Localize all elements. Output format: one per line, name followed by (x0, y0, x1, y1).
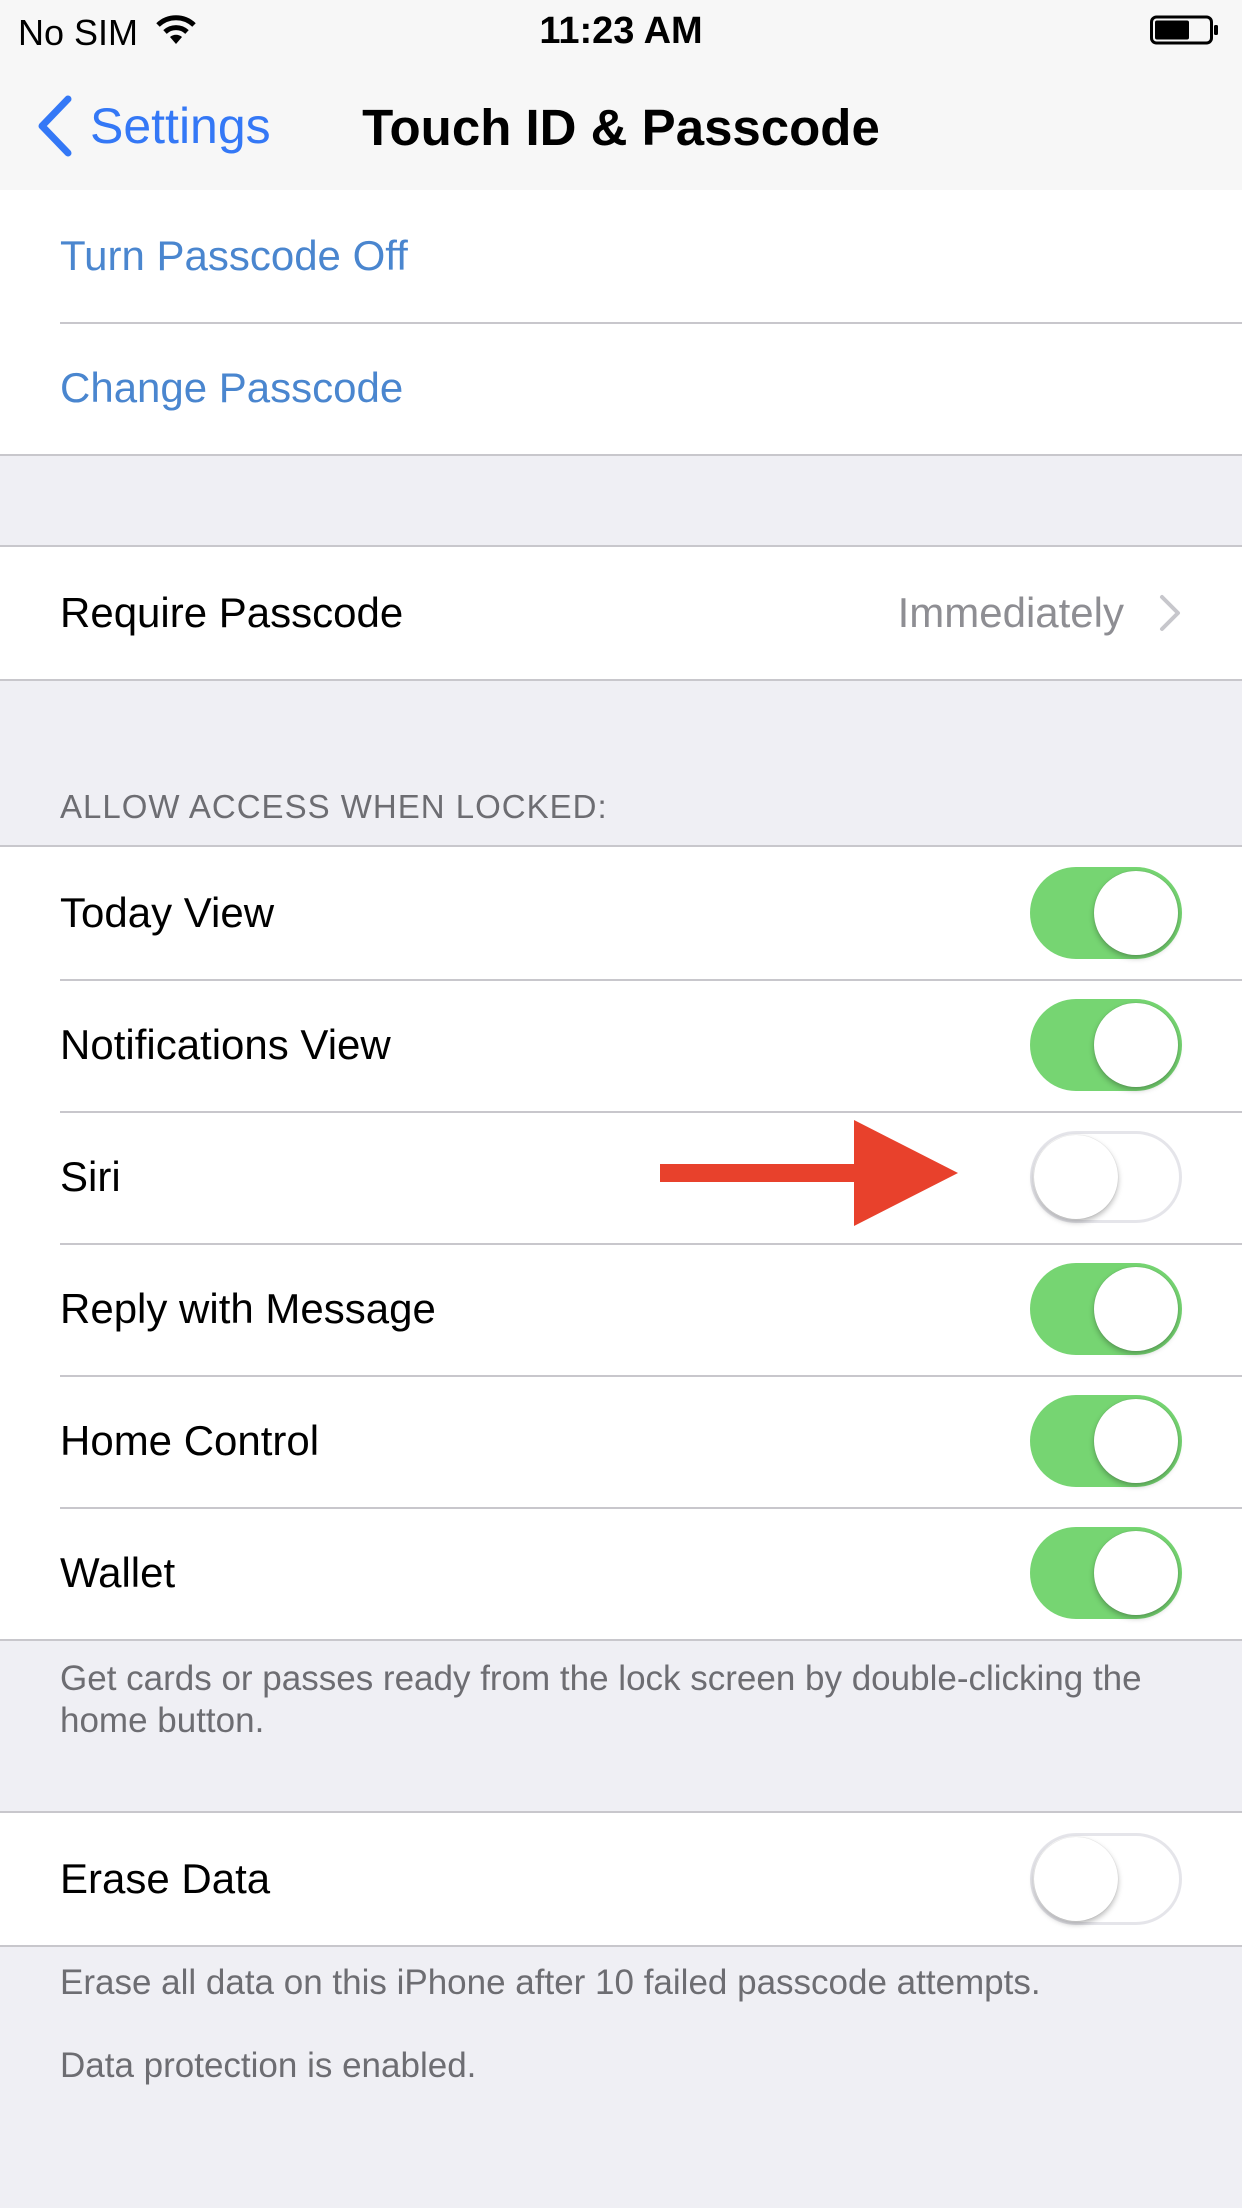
wallet-row: Wallet (0, 1507, 1242, 1639)
battery-icon (1150, 15, 1218, 45)
require-passcode-row[interactable]: Require Passcode Immediately (0, 547, 1242, 679)
chevron-right-icon (1160, 595, 1180, 631)
today-view-label: Today View (60, 889, 275, 936)
notifications-view-toggle[interactable] (1030, 999, 1182, 1091)
change-passcode-row[interactable]: Change Passcode (0, 322, 1242, 454)
wallet-label: Wallet (60, 1549, 176, 1596)
reply-with-message-toggle[interactable] (1030, 1263, 1182, 1355)
erase-data-label: Erase Data (60, 1855, 271, 1902)
reply-with-message-label: Reply with Message (60, 1285, 436, 1332)
turn-passcode-off-row[interactable]: Turn Passcode Off (0, 190, 1242, 322)
notifications-view-label: Notifications View (60, 1021, 391, 1068)
home-control-toggle[interactable] (1030, 1395, 1182, 1487)
siri-label: Siri (60, 1153, 121, 1200)
navigation-bar: Settings Touch ID & Passcode (0, 60, 1242, 192)
today-view-row: Today View (0, 847, 1242, 979)
allow-access-group: Today View Notifications View Siri Reply… (0, 845, 1242, 1641)
toggle-knob (1094, 1003, 1178, 1087)
require-passcode-group: Require Passcode Immediately (0, 545, 1242, 681)
turn-passcode-off-label: Turn Passcode Off (60, 232, 408, 279)
page-title: Touch ID & Passcode (362, 99, 880, 156)
wallet-toggle[interactable] (1030, 1527, 1182, 1619)
erase-data-toggle[interactable] (1030, 1833, 1182, 1925)
require-passcode-label: Require Passcode (60, 589, 404, 636)
siri-toggle[interactable] (1030, 1131, 1182, 1223)
toggle-knob (1034, 1837, 1118, 1921)
erase-data-group: Erase Data (0, 1811, 1242, 1947)
status-time: 11:23 AM (539, 10, 703, 52)
today-view-toggle[interactable] (1030, 867, 1182, 959)
annotation-arrow-icon (660, 1120, 958, 1226)
passcode-actions-group: Turn Passcode Off Change Passcode (0, 190, 1242, 456)
change-passcode-label: Change Passcode (60, 364, 404, 411)
toggle-knob (1094, 1267, 1178, 1351)
siri-row: Siri (0, 1111, 1242, 1243)
home-control-label: Home Control (60, 1417, 320, 1464)
toggle-knob (1094, 1399, 1178, 1483)
toggle-knob (1094, 1531, 1178, 1615)
allow-access-header: ALLOW ACCESS WHEN LOCKED: (60, 788, 608, 825)
erase-data-row: Erase Data (0, 1813, 1242, 1945)
notifications-view-row: Notifications View (0, 979, 1242, 1111)
erase-data-footer-text: Erase all data on this iPhone after 10 f… (60, 1963, 1041, 2002)
toggle-knob (1094, 871, 1178, 955)
wallet-footer-text: Get cards or passes ready from the lock … (60, 1659, 1142, 1740)
status-bar: No SIM 11:23 AM (0, 0, 1242, 60)
toggle-knob (1034, 1135, 1118, 1219)
require-passcode-value: Immediately (897, 589, 1124, 636)
data-protection-text: Data protection is enabled. (60, 2046, 477, 2085)
home-control-row: Home Control (0, 1375, 1242, 1507)
reply-with-message-row: Reply with Message (0, 1243, 1242, 1375)
